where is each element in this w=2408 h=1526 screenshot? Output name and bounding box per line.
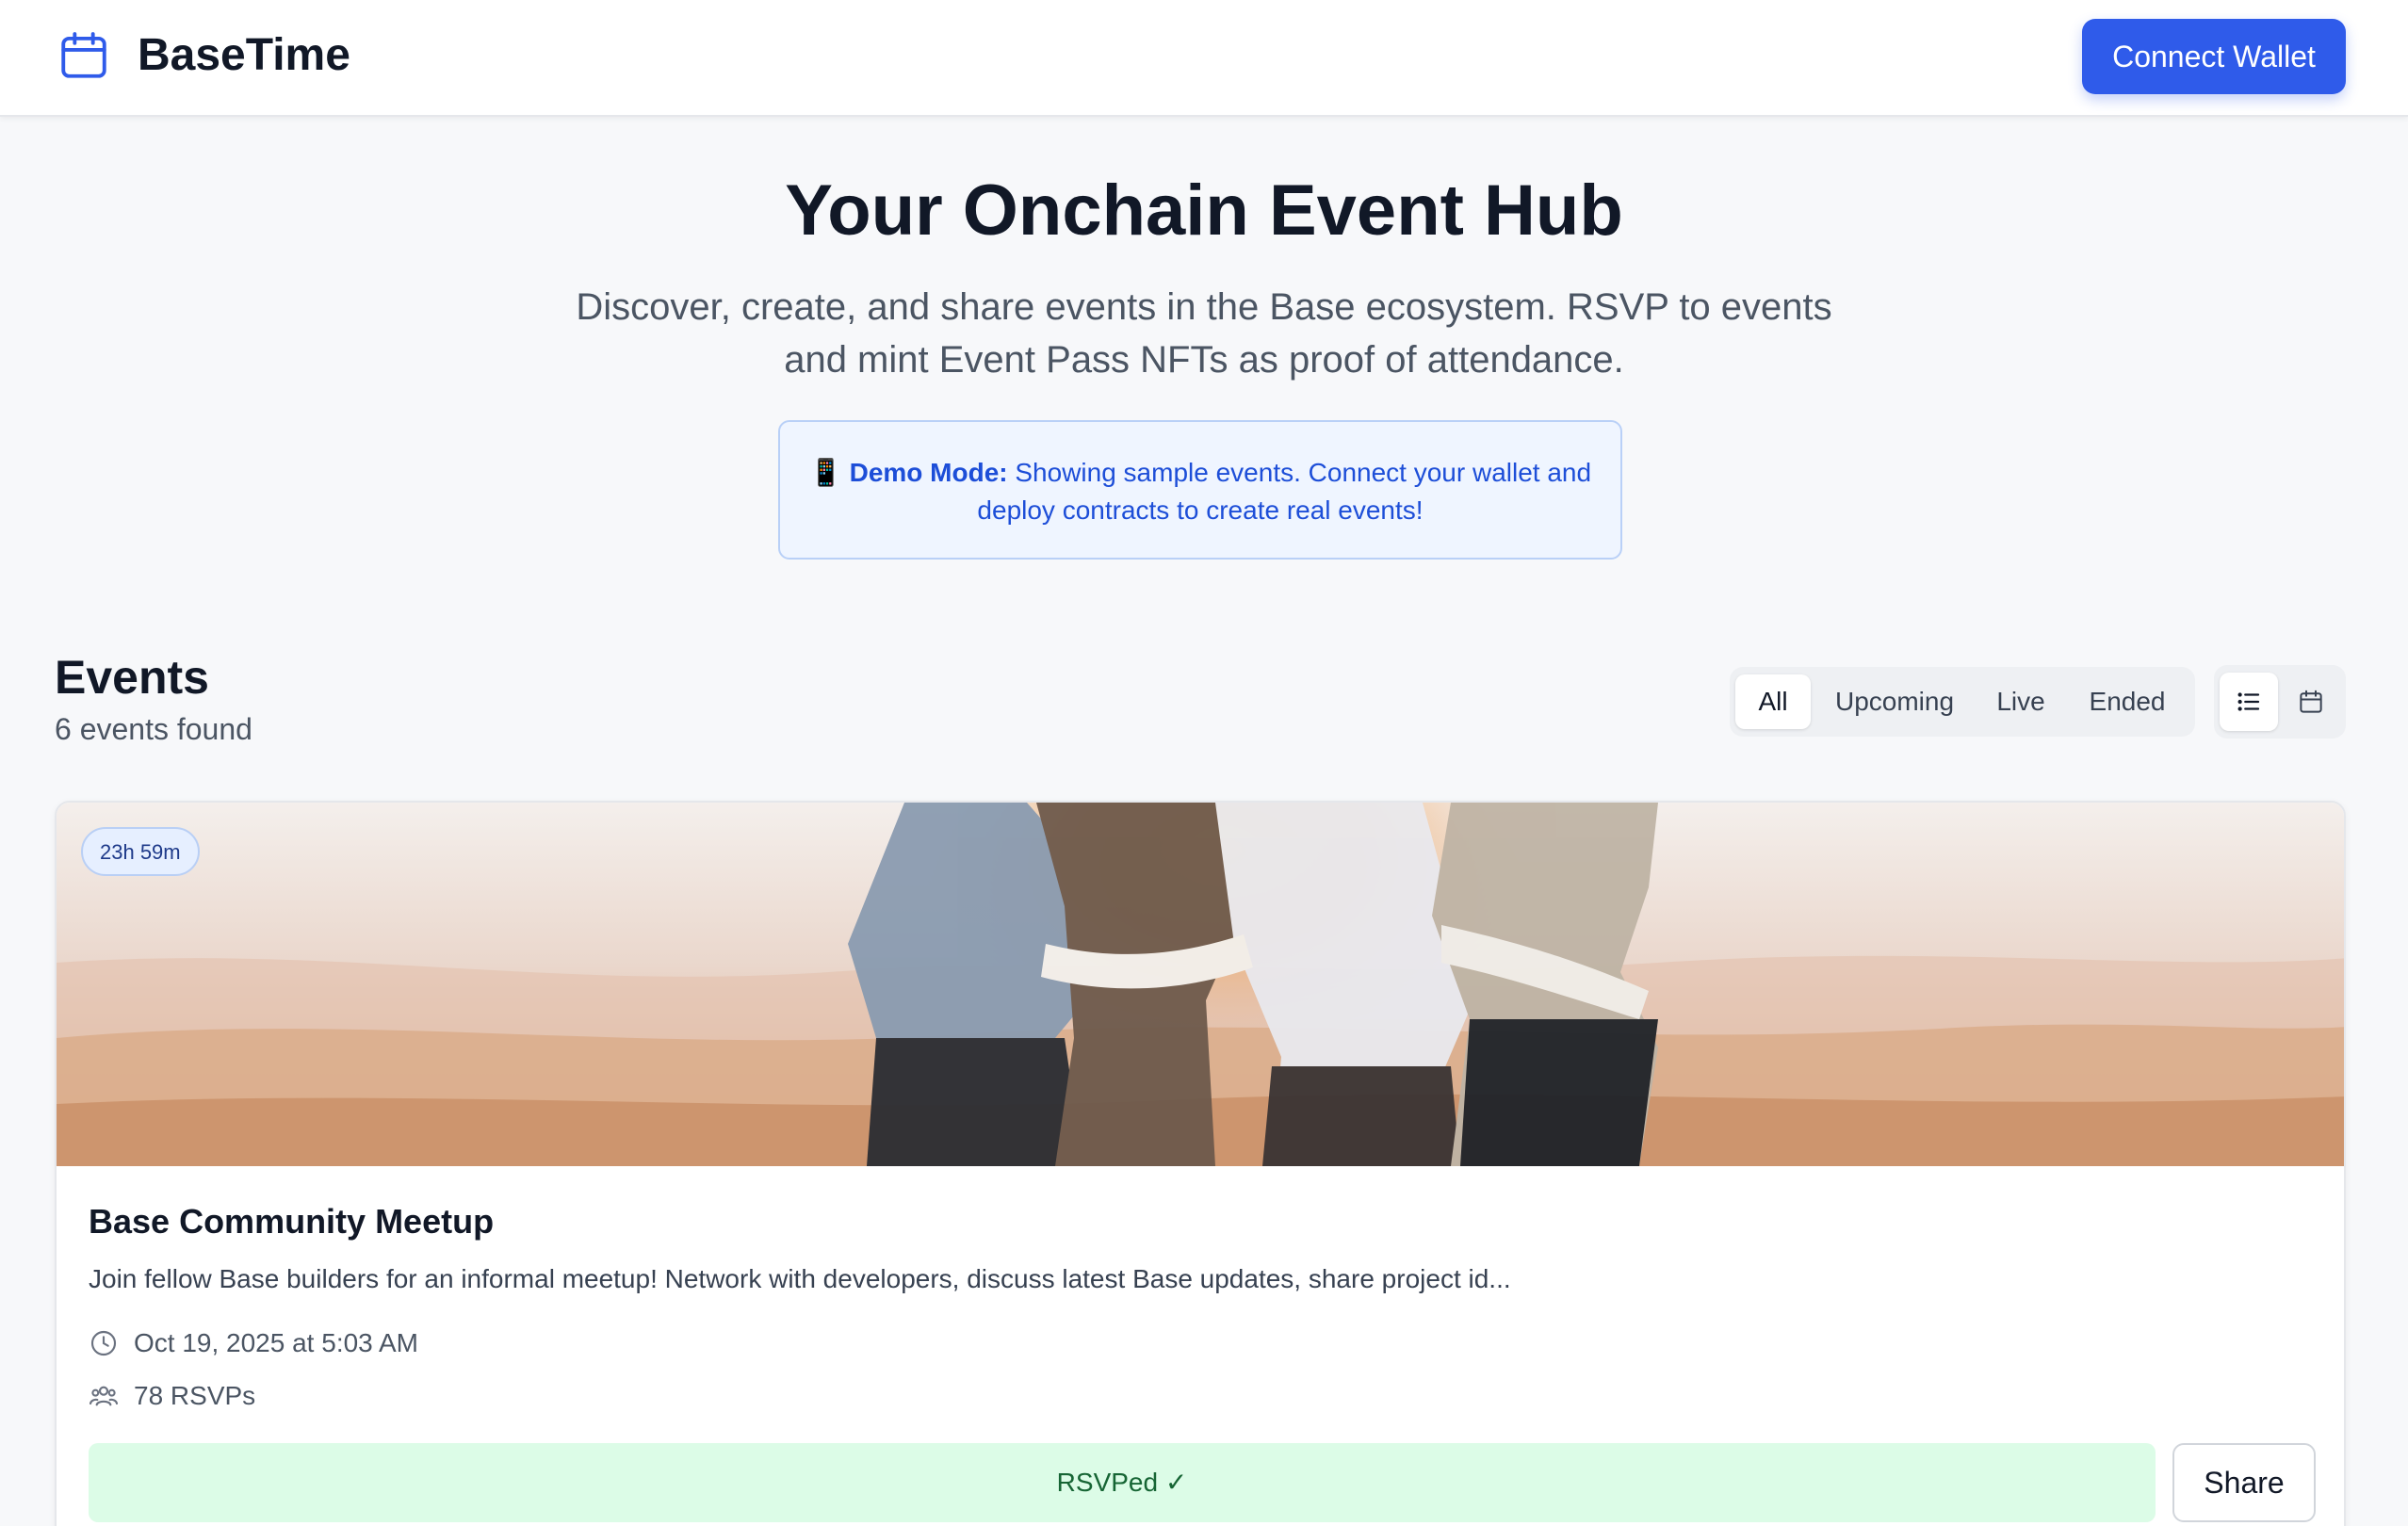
demo-mode-text: Showing sample events. Connect your wall… [977,458,1592,525]
rsvp-status-button[interactable]: RSVPed ✓ [89,1443,2156,1522]
event-date-row: Oct 19, 2025 at 5:03 AM [89,1324,418,1362]
events-count: 6 events found [55,712,252,746]
hero-subtitle: Discover, create, and share events in th… [576,286,1832,381]
filter-tab-live[interactable]: Live [1980,674,2061,729]
demo-mode-label: Demo Mode: [849,458,1008,487]
calendar-icon [61,32,106,78]
share-button[interactable]: Share [2172,1443,2316,1522]
event-date: Oct 19, 2025 at 5:03 AM [134,1328,418,1357]
demo-mode-notice: 📱 Demo Mode: Showing sample events. Conn… [778,420,1622,560]
list-icon [2237,692,2260,711]
time-remaining-badge: 23h 59m [81,827,200,876]
connect-wallet-button[interactable]: Connect Wallet [2082,19,2346,94]
event-rsvp-count: 78 RSVPs [134,1381,256,1410]
event-card[interactable]: 23h 59m Base Community Meetup Join fello… [55,801,2346,1526]
filter-tab-upcoming[interactable]: Upcoming [1814,674,1975,729]
phone-icon: 📱 [808,458,842,487]
clock-icon [90,1330,117,1356]
event-filter-tabs: All Upcoming Live Ended [1730,667,2195,737]
events-heading: Events [55,651,209,704]
filter-tab-all[interactable]: All [1735,674,1811,729]
event-rsvps-row: 78 RSVPs [89,1377,255,1415]
list-view-button[interactable] [2220,673,2278,731]
calendar-view-button[interactable] [2282,673,2340,731]
event-description: Join fellow Base builders for an informa… [89,1264,1511,1293]
calendar-icon [2300,690,2322,713]
event-cover-image [57,803,2344,1166]
users-icon [89,1386,119,1406]
event-title[interactable]: Base Community Meetup [89,1202,494,1242]
hero-title: Your Onchain Event Hub [785,170,1623,251]
filter-tab-ended[interactable]: Ended [2067,674,2188,729]
view-mode-toggle [2214,665,2346,739]
brand-name[interactable]: BaseTime [138,28,350,83]
top-navbar: BaseTime Connect Wallet [0,0,2408,117]
